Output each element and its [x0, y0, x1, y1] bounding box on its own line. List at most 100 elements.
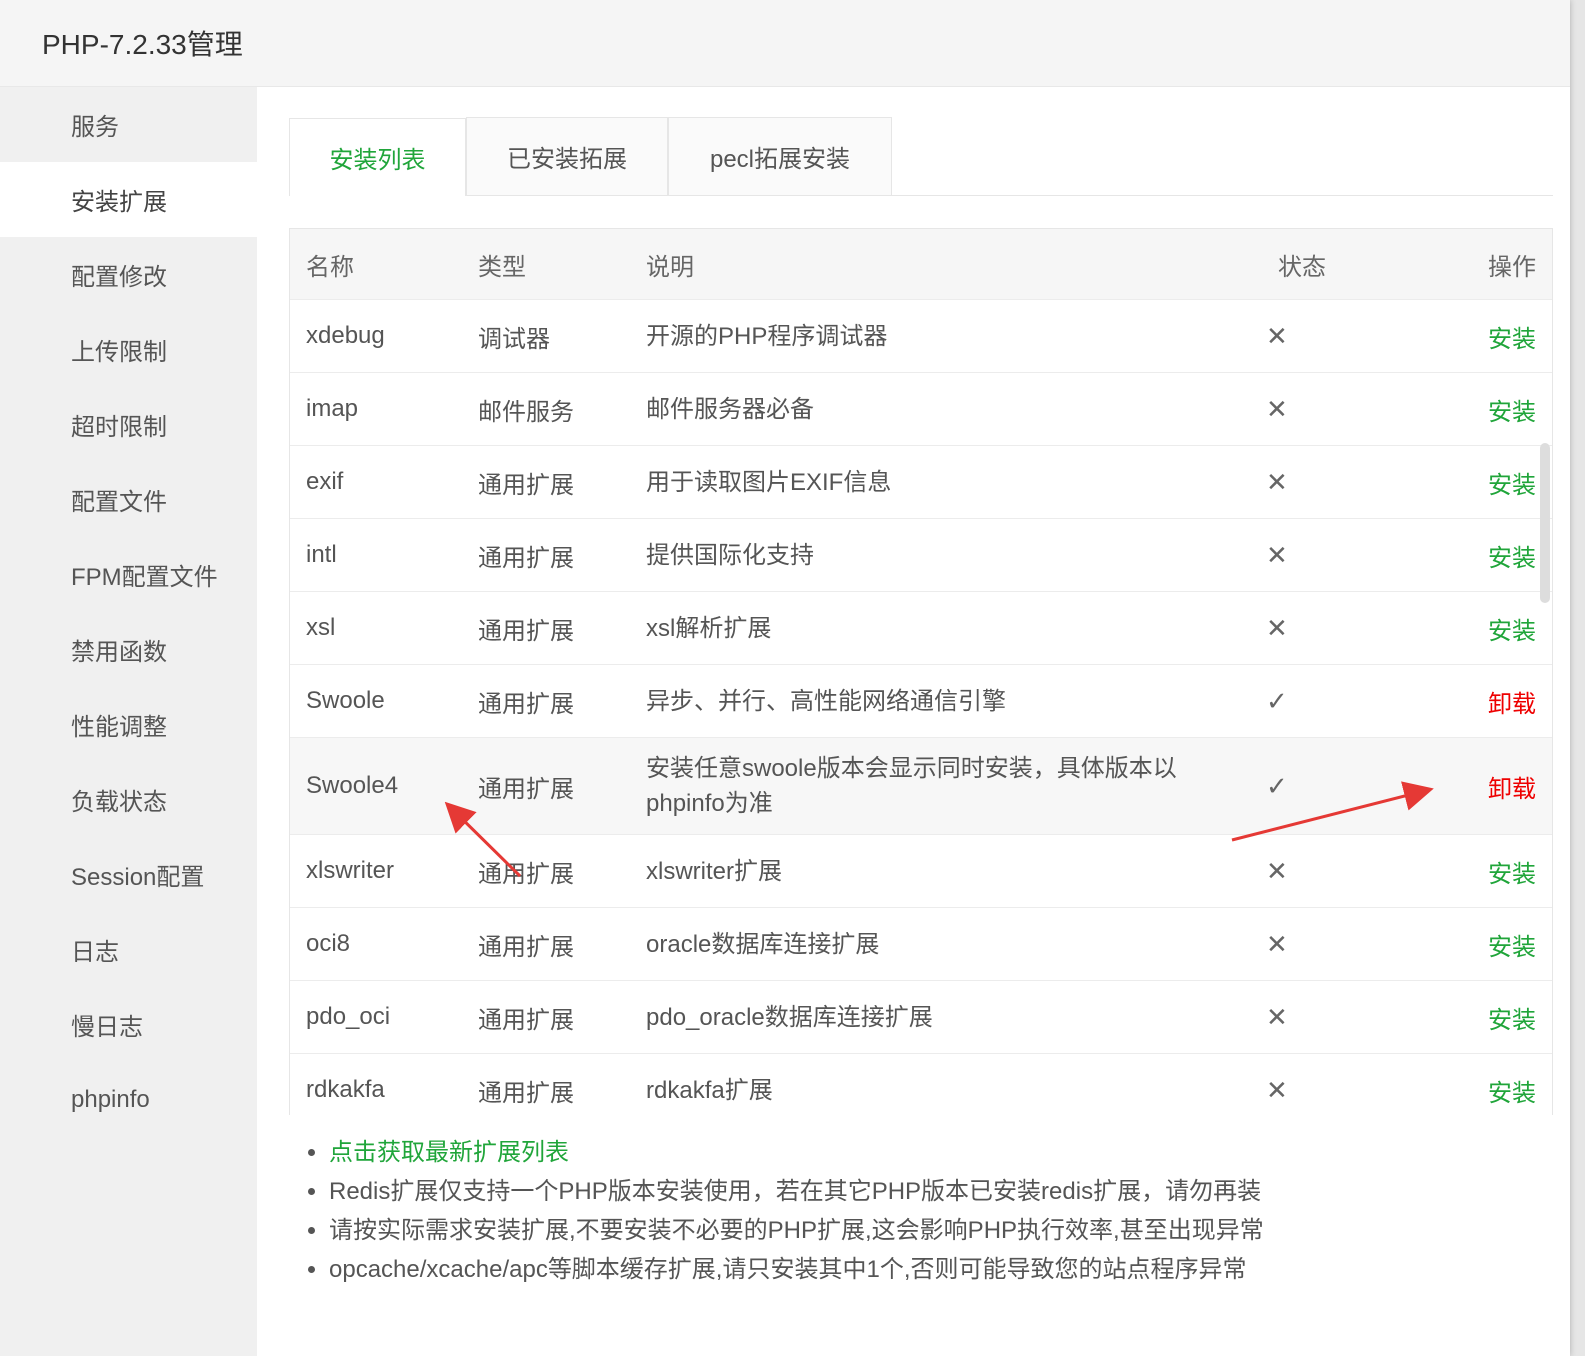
tab-bar: 安装列表 已安装拓展 pecl拓展安装 — [289, 117, 1553, 196]
sidebar-item-load-status[interactable]: 负载状态 — [0, 762, 257, 837]
cell-name: oci8 — [290, 907, 462, 981]
table-row: imap 邮件服务 邮件服务器必备 ✕ 安装 — [290, 372, 1552, 446]
cell-description: xsl解析扩展 — [630, 591, 1262, 665]
extension-table-container[interactable]: 名称 类型 说明 状态 操作 xdebug 调试器 开源的PHP程序调试器 ✕ … — [289, 228, 1553, 1115]
list-item: opcache/xcache/apc等脚本缓存扩展,请只安装其中1个,否则可能导… — [329, 1250, 1553, 1289]
cell-name: pdo_oci — [290, 980, 462, 1054]
sidebar-item-disabled-functions[interactable]: 禁用函数 — [0, 612, 257, 687]
cell-name: Swoole4 — [290, 737, 462, 835]
table-scrollbar[interactable] — [1540, 443, 1550, 603]
install-button[interactable]: 安装 — [1488, 326, 1536, 353]
cell-type: 通用扩展 — [462, 518, 630, 592]
cell-type: 调试器 — [462, 299, 630, 373]
cell-type: 通用扩展 — [462, 1053, 630, 1115]
table-row: Swoole 通用扩展 异步、并行、高性能网络通信引擎 ✓ 卸载 — [290, 664, 1552, 738]
status-x-icon: ✕ — [1262, 372, 1468, 446]
cell-name: Swoole — [290, 664, 462, 738]
install-button[interactable]: 安装 — [1488, 399, 1536, 426]
table-row: rdkakfa 通用扩展 rdkakfa扩展 ✕ 安装 — [290, 1053, 1552, 1115]
cell-description: pdo_oracle数据库连接扩展 — [630, 980, 1262, 1054]
notes-list: 点击获取最新扩展列表 Redis扩展仅支持一个PHP版本安装使用，若在其它PHP… — [305, 1133, 1553, 1289]
tab-installed-extensions[interactable]: 已安装拓展 — [466, 117, 668, 195]
cell-type: 通用扩展 — [462, 834, 630, 908]
sidebar-item-performance[interactable]: 性能调整 — [0, 687, 257, 762]
status-x-icon: ✕ — [1262, 1053, 1468, 1115]
table-header-row: 名称 类型 说明 状态 操作 — [290, 229, 1552, 300]
cell-name: exif — [290, 445, 462, 519]
list-item: 点击获取最新扩展列表 — [329, 1133, 1553, 1172]
window-title: PHP-7.2.33管理 — [0, 0, 1570, 87]
status-x-icon: ✕ — [1262, 445, 1468, 519]
status-x-icon: ✕ — [1262, 518, 1468, 592]
install-button[interactable]: 安装 — [1488, 472, 1536, 499]
extension-table: 名称 类型 说明 状态 操作 xdebug 调试器 开源的PHP程序调试器 ✕ … — [290, 229, 1552, 1115]
status-check-icon: ✓ — [1262, 737, 1468, 835]
tab-pecl-install[interactable]: pecl拓展安装 — [668, 117, 892, 195]
cell-description: rdkakfa扩展 — [630, 1053, 1262, 1115]
status-x-icon: ✕ — [1262, 299, 1468, 373]
table-row: pdo_oci 通用扩展 pdo_oracle数据库连接扩展 ✕ 安装 — [290, 980, 1552, 1054]
cell-description: xlswriter扩展 — [630, 834, 1262, 908]
cell-name: xdebug — [290, 299, 462, 373]
install-button[interactable]: 安装 — [1488, 934, 1536, 961]
table-row: exif 通用扩展 用于读取图片EXIF信息 ✕ 安装 — [290, 445, 1552, 519]
sidebar-item-timeout-limit[interactable]: 超时限制 — [0, 387, 257, 462]
sidebar-item-phpinfo[interactable]: phpinfo — [0, 1062, 257, 1137]
table-row: Swoole4 通用扩展 安装任意swoole版本会显示同时安装，具体版本以ph… — [290, 737, 1552, 835]
install-button[interactable]: 安装 — [1488, 618, 1536, 645]
sidebar-item-config-modify[interactable]: 配置修改 — [0, 237, 257, 312]
cell-description: 提供国际化支持 — [630, 518, 1262, 592]
table-row: xlswriter 通用扩展 xlswriter扩展 ✕ 安装 — [290, 834, 1552, 908]
header-type: 类型 — [462, 229, 630, 300]
sidebar: 服务 安装扩展 配置修改 上传限制 超时限制 配置文件 FPM配置文件 禁用函数… — [0, 87, 257, 1356]
cell-name: rdkakfa — [290, 1053, 462, 1115]
list-item: 请按实际需求安装扩展,不要安装不必要的PHP扩展,这会影响PHP执行效率,甚至出… — [329, 1211, 1553, 1250]
cell-description: oracle数据库连接扩展 — [630, 907, 1262, 981]
cell-description: 开源的PHP程序调试器 — [630, 299, 1262, 373]
cell-name: intl — [290, 518, 462, 592]
list-item: Redis扩展仅支持一个PHP版本安装使用，若在其它PHP版本已安装redis扩… — [329, 1172, 1553, 1211]
table-row: xsl 通用扩展 xsl解析扩展 ✕ 安装 — [290, 591, 1552, 665]
header-action: 操作 — [1468, 229, 1552, 300]
sidebar-item-slow-log[interactable]: 慢日志 — [0, 987, 257, 1062]
cell-type: 通用扩展 — [462, 445, 630, 519]
install-button[interactable]: 安装 — [1488, 1080, 1536, 1107]
cell-name: xsl — [290, 591, 462, 665]
install-button[interactable]: 安装 — [1488, 861, 1536, 888]
status-check-icon: ✓ — [1262, 664, 1468, 738]
uninstall-button[interactable]: 卸载 — [1488, 776, 1536, 803]
header-description: 说明 — [630, 229, 1262, 300]
status-x-icon: ✕ — [1262, 980, 1468, 1054]
cell-type: 通用扩展 — [462, 737, 630, 835]
cell-name: imap — [290, 372, 462, 446]
cell-description: 安装任意swoole版本会显示同时安装，具体版本以phpinfo为准 — [630, 737, 1262, 835]
sidebar-item-session-config[interactable]: Session配置 — [0, 837, 257, 912]
cell-type: 邮件服务 — [462, 372, 630, 446]
cell-type: 通用扩展 — [462, 980, 630, 1054]
status-x-icon: ✕ — [1262, 907, 1468, 981]
cell-description: 异步、并行、高性能网络通信引擎 — [630, 664, 1262, 738]
table-row: intl 通用扩展 提供国际化支持 ✕ 安装 — [290, 518, 1552, 592]
tab-install-list[interactable]: 安装列表 — [289, 118, 466, 196]
sidebar-item-config-file[interactable]: 配置文件 — [0, 462, 257, 537]
cell-description: 用于读取图片EXIF信息 — [630, 445, 1262, 519]
cell-type: 通用扩展 — [462, 907, 630, 981]
sidebar-item-service[interactable]: 服务 — [0, 87, 257, 162]
sidebar-item-log[interactable]: 日志 — [0, 912, 257, 987]
sidebar-item-fpm-config[interactable]: FPM配置文件 — [0, 537, 257, 612]
sidebar-item-install-extension[interactable]: 安装扩展 — [0, 162, 257, 237]
header-name: 名称 — [290, 229, 462, 300]
sidebar-item-upload-limit[interactable]: 上传限制 — [0, 312, 257, 387]
cell-type: 通用扩展 — [462, 664, 630, 738]
install-button[interactable]: 安装 — [1488, 545, 1536, 572]
uninstall-button[interactable]: 卸载 — [1488, 691, 1536, 718]
table-row: oci8 通用扩展 oracle数据库连接扩展 ✕ 安装 — [290, 907, 1552, 981]
refresh-extension-list-link[interactable]: 点击获取最新扩展列表 — [329, 1139, 569, 1166]
main-panel: 安装列表 已安装拓展 pecl拓展安装 名称 类型 说明 状态 操作 xdebu… — [289, 117, 1553, 1289]
cell-name: xlswriter — [290, 834, 462, 908]
install-button[interactable]: 安装 — [1488, 1007, 1536, 1034]
table-row: xdebug 调试器 开源的PHP程序调试器 ✕ 安装 — [290, 299, 1552, 373]
header-status: 状态 — [1262, 229, 1468, 300]
status-x-icon: ✕ — [1262, 834, 1468, 908]
status-x-icon: ✕ — [1262, 591, 1468, 665]
